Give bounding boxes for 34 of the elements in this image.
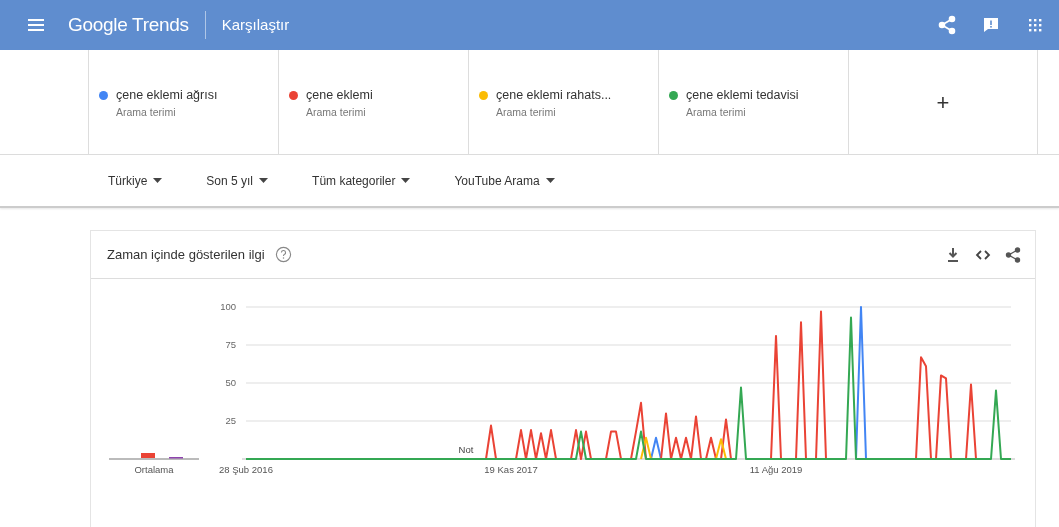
filter-dropdown[interactable]: Son 5 yıl [206,171,279,190]
download-icon[interactable] [945,246,961,263]
y-axis-label: 50 [225,377,236,388]
card-title: Zaman içinde gösterilen ilgi [107,245,265,264]
share-icon[interactable] [937,15,957,35]
term-type: Arama terimi [306,104,367,120]
term-type: Arama terimi [496,104,557,120]
search-term[interactable]: çene eklemi [306,86,373,105]
y-axis-label: 100 [220,301,236,312]
caret-icon [545,178,555,183]
y-axis-label: 75 [225,339,236,350]
filter-dropdown[interactable]: Tüm kategoriler [312,171,421,190]
add-term-button[interactable]: + [848,50,1038,154]
annotation-marker[interactable]: Not [458,444,474,455]
caret-icon [401,178,411,183]
search-term[interactable]: çene eklemi tedavisi [686,86,799,105]
search-term[interactable]: çene eklemi ağrısı [116,86,218,105]
term-type: Arama terimi [686,104,747,120]
page-title: Karşılaştır [221,14,290,35]
term-type: Arama terimi [116,104,177,120]
caret-icon [259,178,269,183]
help-icon[interactable] [274,246,292,263]
feedback-icon[interactable] [981,15,1001,35]
y-axis-label: 25 [225,415,236,426]
menu-icon[interactable] [28,19,44,31]
x-axis-label: 28 Şub 2016 [219,464,273,475]
filter-dropdown[interactable]: YouTube Arama [454,171,565,190]
share-icon[interactable] [1005,246,1021,263]
search-term[interactable]: çene eklemi rahats... [496,86,612,105]
filter-dropdown[interactable]: Türkiye [108,171,173,190]
caret-icon [153,178,163,183]
x-axis-label: 19 Kas 2017 [484,464,538,475]
x-axis-label: 11 Ağu 2019 [749,464,803,475]
average-label: Ortalama [134,464,174,475]
